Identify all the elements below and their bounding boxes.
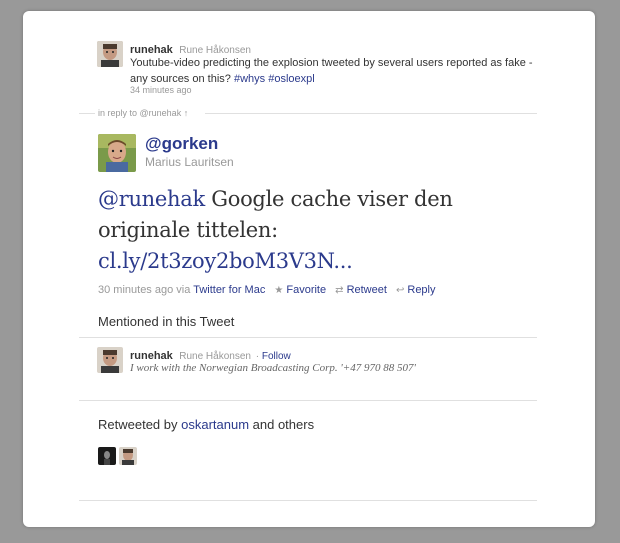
in-reply-to: in reply to @runehak ↑ [98,108,188,118]
hashtag-osloexpl[interactable]: #osloexpl [268,73,314,85]
retweeter-oskartanum[interactable]: oskartanum [181,417,249,432]
tweet-card: runehak Rune Håkonsen Youtube-video pred… [23,11,595,527]
avatar-runehak-mentioned[interactable] [97,347,123,373]
up-arrow-icon: ↑ [183,108,189,118]
divider [205,113,537,114]
avatar-oskartanum[interactable] [98,447,116,465]
retweeted-by: Retweeted by oskartanum and others [98,417,314,432]
parent-text: Youtube-video predicting the explosion t… [130,57,533,85]
client-link[interactable]: Twitter for Mac [193,284,265,296]
main-fullname: Marius Lauritsen [145,155,234,169]
follow-button[interactable]: Follow [262,351,291,362]
avatar-runehak[interactable] [97,41,123,67]
divider [79,113,95,114]
favorite-label: Favorite [286,284,327,296]
parent-tweet-text: Youtube-video predicting the explosion t… [130,55,540,87]
favorite-button[interactable]: ★ Favorite [274,284,326,296]
reply-icon: ↩ [395,285,405,296]
reply-button[interactable]: ↩ Reply [396,284,436,296]
avatar-gorken[interactable] [98,134,136,172]
retweeted-prefix: Retweeted by [98,417,182,432]
divider [79,500,537,501]
in-reply-to-user[interactable]: @runehak [140,108,182,118]
retweet-button[interactable]: ⇄ Retweet [335,284,387,296]
main-tweet-text: @runehak Google cache viser den original… [98,184,548,277]
main-handle[interactable]: @gorken [145,134,218,154]
reply-label: Reply [407,284,436,296]
star-icon: ★ [274,285,284,296]
mention-runehak[interactable]: @runehak [98,187,205,211]
mentioned-username[interactable]: runehak [130,350,173,362]
mentioned-title: Mentioned in this Tweet [98,314,235,329]
hashtag-whys[interactable]: #whys [234,73,265,85]
tweet-line-1: @runehak Google cache viser den [98,184,548,215]
avatar-runehak-retweet[interactable] [119,447,137,465]
divider [79,400,537,401]
tweet-line-2: originale tittelen: [98,218,278,242]
divider [79,337,537,338]
mentioned-bio: I work with the Norwegian Broadcasting C… [130,362,416,374]
tweet-link[interactable]: cl.ly/2t3zoy2boM3V3N... [98,249,353,273]
retweet-icon: ⇄ [335,285,344,296]
parent-timestamp[interactable]: 34 minutes ago [130,85,192,95]
retweeted-suffix: and others [249,417,315,432]
main-timestamp[interactable]: 30 minutes ago [98,284,173,296]
retweet-label: Retweet [346,284,387,296]
in-reply-to-prefix: in reply to [98,108,140,118]
separator: · [252,351,262,362]
tweet-meta: 30 minutes ago via Twitter for Mac ★ Favo… [98,284,436,296]
mentioned-fullname: Rune Håkonsen [179,351,251,362]
via-text: via [173,284,194,296]
tweet-text-1: Google cache viser den [204,187,453,211]
